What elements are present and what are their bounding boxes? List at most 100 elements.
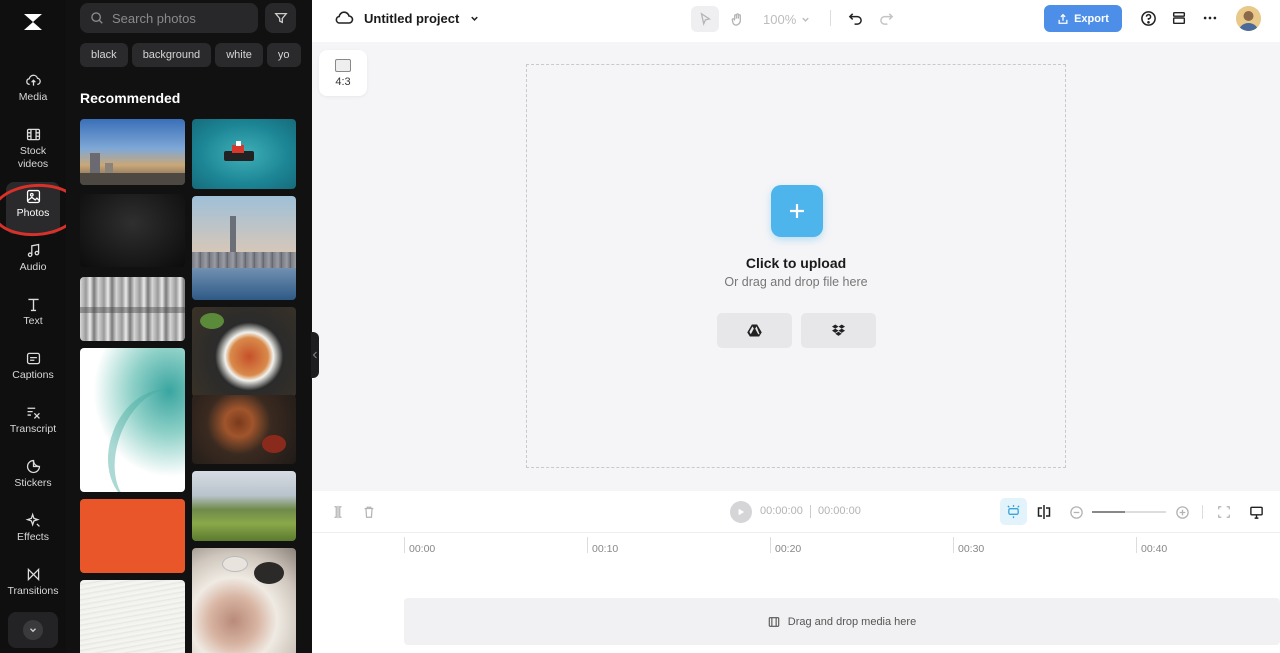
photo-thumb-city-sky[interactable] bbox=[80, 119, 185, 185]
rail-item-photos[interactable]: Photos bbox=[6, 182, 60, 234]
layers-button[interactable] bbox=[1169, 8, 1189, 28]
timeline-body: 00:00 00:10 00:20 00:30 00:40 Drag and d… bbox=[312, 533, 1280, 653]
tag-chips: black background white yo bbox=[80, 43, 312, 67]
pointer-icon bbox=[700, 12, 712, 26]
split-button[interactable] bbox=[328, 502, 348, 522]
hand-icon bbox=[731, 12, 741, 26]
film-icon bbox=[768, 616, 780, 627]
aspect-ratio-button[interactable]: 4:3 bbox=[319, 50, 367, 96]
timeline-tick: 00:20 bbox=[770, 537, 801, 555]
select-tool-button[interactable] bbox=[691, 6, 719, 32]
photo-thumb-fried-chicken[interactable] bbox=[192, 395, 296, 464]
help-button[interactable] bbox=[1138, 8, 1158, 28]
search-input[interactable] bbox=[112, 10, 252, 26]
monitor-icon bbox=[1249, 506, 1263, 519]
rail-item-audio[interactable]: Audio bbox=[6, 236, 60, 288]
slider-fill bbox=[1092, 511, 1125, 513]
snap-toggle[interactable] bbox=[1000, 498, 1027, 525]
photo-thumb-green-hills[interactable] bbox=[192, 471, 296, 541]
timeline-tick: 00:10 bbox=[587, 537, 618, 555]
rail-item-media[interactable]: Media bbox=[6, 66, 60, 118]
photo-thumb-skyline[interactable] bbox=[192, 196, 296, 300]
chevron-down-icon[interactable] bbox=[469, 13, 480, 24]
rail-label: Stock videos bbox=[17, 145, 49, 170]
export-button[interactable]: Export bbox=[1044, 5, 1122, 32]
trash-icon bbox=[364, 506, 374, 518]
tag-chip[interactable]: white bbox=[215, 43, 263, 67]
time-separator bbox=[810, 505, 811, 518]
tag-chip[interactable]: background bbox=[131, 43, 212, 67]
rail-item-text[interactable]: Text bbox=[6, 290, 60, 342]
header-divider bbox=[830, 10, 831, 26]
rail-item-transitions[interactable]: Transitions bbox=[6, 560, 60, 612]
redo-button[interactable] bbox=[876, 8, 896, 28]
zoom-in-button[interactable] bbox=[1172, 502, 1192, 522]
photo-thumb-ramen[interactable] bbox=[192, 307, 296, 397]
film-icon bbox=[26, 128, 40, 141]
preview-button[interactable] bbox=[1246, 502, 1266, 522]
fullscreen-icon bbox=[1218, 506, 1230, 518]
filter-button[interactable] bbox=[265, 3, 296, 33]
more-menu-button[interactable] bbox=[1200, 8, 1220, 28]
photo-thumb-white-texture[interactable] bbox=[80, 580, 185, 653]
photo-thumb-orange[interactable] bbox=[80, 499, 185, 573]
rail-more-button[interactable] bbox=[8, 612, 58, 648]
app-logo-icon[interactable] bbox=[19, 8, 47, 36]
project-title[interactable]: Untitled project bbox=[364, 11, 459, 26]
filter-icon bbox=[273, 12, 288, 24]
dropbox-button[interactable] bbox=[801, 313, 876, 348]
top-header: Untitled project 100% Export bbox=[312, 0, 1280, 42]
fit-button[interactable] bbox=[1214, 502, 1234, 522]
chevron-down-icon bbox=[23, 620, 43, 640]
rail-label: Stickers bbox=[14, 477, 52, 489]
text-icon bbox=[27, 298, 39, 312]
photo-thumb-boat-sea[interactable] bbox=[192, 119, 296, 189]
photo-thumb-teal-waves[interactable] bbox=[80, 348, 185, 492]
dropbox-icon bbox=[832, 324, 845, 336]
timeline-tick: 00:40 bbox=[1136, 537, 1167, 555]
upload-subtitle: Or drag and drop file here bbox=[724, 275, 868, 289]
zoom-level: 100% bbox=[763, 12, 797, 27]
photo-thumb-temple-columns[interactable] bbox=[80, 277, 185, 341]
rail-item-transcript[interactable]: Transcript bbox=[6, 398, 60, 450]
zoom-out-button[interactable] bbox=[1066, 502, 1086, 522]
plus-icon bbox=[790, 204, 804, 218]
project-title-group[interactable]: Untitled project bbox=[334, 10, 480, 26]
split-track-button[interactable] bbox=[1034, 502, 1054, 522]
tag-chip[interactable]: black bbox=[80, 43, 128, 67]
rail-item-stock-videos[interactable]: Stock videos bbox=[6, 120, 60, 174]
export-icon bbox=[1058, 13, 1068, 24]
search-box[interactable] bbox=[80, 3, 258, 33]
collapse-panel-handle[interactable] bbox=[311, 332, 319, 378]
rail-label: Transitions bbox=[7, 585, 59, 597]
hand-tool-button[interactable] bbox=[723, 6, 751, 32]
music-note-icon bbox=[27, 243, 39, 258]
upload-dropzone[interactable]: Click to upload Or drag and drop file he… bbox=[526, 64, 1066, 468]
upload-button[interactable] bbox=[771, 185, 823, 237]
stack-icon bbox=[1172, 11, 1186, 25]
timeline-zoom-slider[interactable] bbox=[1092, 511, 1166, 513]
google-drive-button[interactable] bbox=[717, 313, 792, 348]
delete-button[interactable] bbox=[359, 502, 379, 522]
total-time: 00:00:00 bbox=[818, 505, 861, 517]
sparkle-icon bbox=[25, 512, 40, 527]
photo-thumb-dark-texture[interactable] bbox=[80, 194, 185, 267]
export-label: Export bbox=[1074, 12, 1109, 25]
timeline-drop-zone[interactable]: Drag and drop media here bbox=[404, 598, 1280, 645]
photo-thumb-meat-platter[interactable] bbox=[192, 548, 296, 653]
left-rail: Media Stock videos Photos Audio Text Capt… bbox=[0, 0, 66, 653]
timeline-toolbar: 00:00:00 00:00:00 bbox=[312, 491, 1280, 533]
user-avatar[interactable] bbox=[1236, 6, 1261, 31]
undo-button[interactable] bbox=[845, 8, 865, 28]
rail-item-stickers[interactable]: Stickers bbox=[6, 452, 60, 504]
google-drive-icon bbox=[747, 324, 762, 337]
play-button[interactable] bbox=[730, 501, 752, 523]
search-icon bbox=[91, 12, 103, 24]
tag-chip[interactable]: yo bbox=[266, 43, 301, 67]
zoom-selector[interactable]: 100% bbox=[763, 12, 811, 27]
rail-item-effects[interactable]: Effects bbox=[6, 506, 60, 558]
rail-item-captions[interactable]: Captions bbox=[6, 344, 60, 396]
redo-icon bbox=[879, 12, 893, 25]
drop-media-label: Drag and drop media here bbox=[787, 615, 917, 628]
ratio-label: 4:3 bbox=[335, 75, 351, 88]
